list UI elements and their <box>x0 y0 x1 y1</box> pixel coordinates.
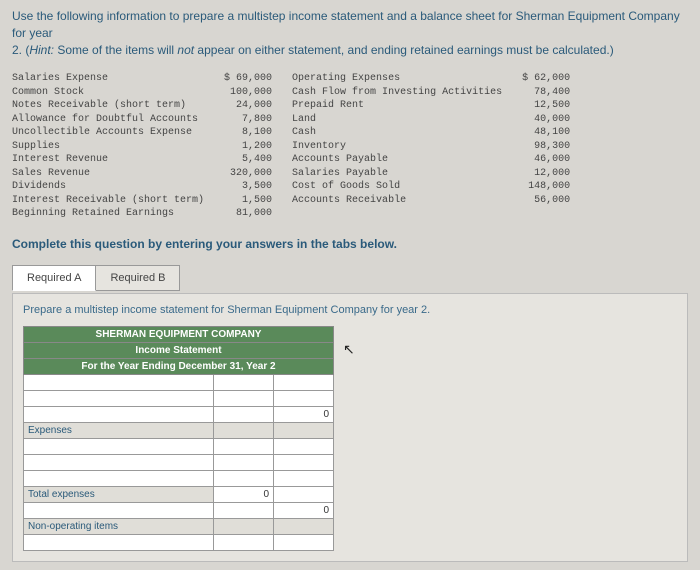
acct-label: Supplies <box>12 140 204 154</box>
instructions-line2-prefix: 2. ( <box>12 43 29 57</box>
acct-value: 8,100 <box>224 126 272 140</box>
instructions-hint-not: not <box>177 43 194 57</box>
input-cell[interactable] <box>274 438 334 454</box>
acct-value: 56,000 <box>522 194 570 208</box>
acct-value: 1,200 <box>224 140 272 154</box>
input-cell[interactable] <box>24 438 214 454</box>
tab-content: Prepare a multistep income statement for… <box>12 293 688 562</box>
total-expenses-row: Total expenses <box>24 486 214 502</box>
acct-label: Allowance for Doubtful Accounts <box>12 113 204 127</box>
acct-value: 12,000 <box>522 167 570 181</box>
acct-label: Sales Revenue <box>12 167 204 181</box>
acct-value: $ 62,000 <box>522 72 570 86</box>
input-cell[interactable] <box>274 390 334 406</box>
acct-value: 12,500 <box>522 99 570 113</box>
input-cell[interactable] <box>24 502 214 518</box>
input-cell[interactable] <box>274 374 334 390</box>
spacer-cell <box>214 422 274 438</box>
input-cell[interactable] <box>274 470 334 486</box>
acct-label: Dividends <box>12 180 204 194</box>
input-cell[interactable] <box>24 534 214 550</box>
spacer-cell <box>274 518 334 534</box>
acct-value: 320,000 <box>224 167 272 181</box>
value-cell[interactable]: 0 <box>274 406 334 422</box>
instructions-hint-label: Hint: <box>29 43 54 57</box>
accounts-table: Salaries Expense Common Stock Notes Rece… <box>12 72 688 221</box>
input-cell[interactable] <box>214 438 274 454</box>
input-cell[interactable] <box>24 470 214 486</box>
acct-label: Cash <box>292 126 502 140</box>
input-cell[interactable] <box>24 454 214 470</box>
instructions-hint-text: Some of the items will <box>54 43 177 57</box>
value-cell[interactable]: 0 <box>214 486 274 502</box>
accounts-col1: Salaries Expense Common Stock Notes Rece… <box>12 72 272 221</box>
input-cell[interactable] <box>214 374 274 390</box>
tab-required-a[interactable]: Required A <box>12 265 96 291</box>
value-cell[interactable]: 0 <box>274 502 334 518</box>
income-statement-table: SHERMAN EQUIPMENT COMPANY Income Stateme… <box>23 326 334 551</box>
acct-value: 5,400 <box>224 153 272 167</box>
input-cell[interactable] <box>274 454 334 470</box>
acct-label: Common Stock <box>12 86 204 100</box>
input-cell[interactable] <box>214 390 274 406</box>
stmt-header-title: Income Statement <box>24 342 334 358</box>
acct-value: $ 69,000 <box>224 72 272 86</box>
instructions-block: Use the following information to prepare… <box>12 8 688 58</box>
stmt-header-company: SHERMAN EQUIPMENT COMPANY <box>24 326 334 342</box>
acct-value: 148,000 <box>522 180 570 194</box>
acct-label: Uncollectible Accounts Expense <box>12 126 204 140</box>
input-cell[interactable] <box>24 390 214 406</box>
acct-label: Cash Flow from Investing Activities <box>292 86 502 100</box>
expenses-row: Expenses <box>24 422 214 438</box>
acct-label: Accounts Receivable <box>292 194 502 208</box>
acct-value: 3,500 <box>224 180 272 194</box>
input-cell[interactable] <box>24 406 214 422</box>
tabs-row: Required A Required B <box>12 265 688 291</box>
spacer-cell <box>214 518 274 534</box>
input-cell[interactable] <box>214 406 274 422</box>
acct-label: Land <box>292 113 502 127</box>
cursor-icon: ↖ <box>343 341 355 358</box>
spacer-cell <box>274 422 334 438</box>
acct-label: Salaries Payable <box>292 167 502 181</box>
acct-label: Accounts Payable <box>292 153 502 167</box>
acct-label: Prepaid Rent <box>292 99 502 113</box>
complete-instruction: Complete this question by entering your … <box>12 237 688 251</box>
acct-label: Operating Expenses <box>292 72 502 86</box>
acct-value: 81,000 <box>224 207 272 221</box>
instructions-hint-rest: appear on either statement, and ending r… <box>194 43 614 57</box>
acct-label: Notes Receivable (short term) <box>12 99 204 113</box>
acct-value: 98,300 <box>522 140 570 154</box>
instructions-line1: Use the following information to prepare… <box>12 9 680 40</box>
input-cell[interactable] <box>214 534 274 550</box>
prepare-text: Prepare a multistep income statement for… <box>23 304 677 316</box>
acct-label: Interest Revenue <box>12 153 204 167</box>
input-cell[interactable] <box>274 486 334 502</box>
input-cell[interactable] <box>214 470 274 486</box>
acct-label: Cost of Goods Sold <box>292 180 502 194</box>
stmt-header-period: For the Year Ending December 31, Year 2 <box>24 358 334 374</box>
acct-value: 48,100 <box>522 126 570 140</box>
accounts-col2: Operating Expenses Cash Flow from Invest… <box>292 72 570 221</box>
non-operating-row: Non-operating items <box>24 518 214 534</box>
acct-label: Beginning Retained Earnings <box>12 207 204 221</box>
acct-label: Interest Receivable (short term) <box>12 194 204 208</box>
input-cell[interactable] <box>214 454 274 470</box>
input-cell[interactable] <box>274 534 334 550</box>
acct-value: 100,000 <box>224 86 272 100</box>
input-cell[interactable] <box>214 502 274 518</box>
acct-value: 78,400 <box>522 86 570 100</box>
tab-required-b[interactable]: Required B <box>95 265 180 291</box>
acct-value: 1,500 <box>224 194 272 208</box>
acct-label: Salaries Expense <box>12 72 204 86</box>
acct-value: 7,800 <box>224 113 272 127</box>
acct-label: Inventory <box>292 140 502 154</box>
input-cell[interactable] <box>24 374 214 390</box>
acct-value: 46,000 <box>522 153 570 167</box>
acct-value: 24,000 <box>224 99 272 113</box>
acct-value: 40,000 <box>522 113 570 127</box>
